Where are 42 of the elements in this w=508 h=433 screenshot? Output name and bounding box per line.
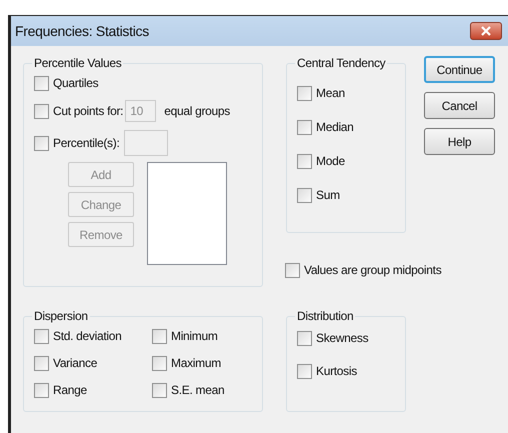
group-title: Percentile Values xyxy=(33,55,122,72)
checkbox-label: Minimum xyxy=(171,328,218,345)
checkbox-label: S.E. mean xyxy=(171,382,224,399)
checkbox[interactable] xyxy=(34,356,49,370)
checkbox[interactable] xyxy=(152,356,167,370)
checkbox-label: Kurtosis xyxy=(316,363,357,380)
group-title: Distribution xyxy=(296,308,354,325)
close-button[interactable] xyxy=(470,22,502,40)
checkbox[interactable] xyxy=(297,330,312,346)
dialog-button[interactable]: Cancel xyxy=(424,92,495,119)
checkbox-label: Quartiles xyxy=(53,75,98,92)
checkbox[interactable] xyxy=(152,382,167,398)
checkbox[interactable] xyxy=(34,328,49,344)
dialog-button[interactable]: Help xyxy=(424,128,495,155)
checkbox-label: Range xyxy=(53,382,87,399)
checkbox-label: Median xyxy=(316,119,354,136)
checkbox[interactable] xyxy=(297,364,312,378)
group-title: Central Tendency xyxy=(296,55,386,72)
checkbox-label: Std. deviation xyxy=(53,328,122,345)
close-icon xyxy=(481,26,491,36)
checkbox[interactable] xyxy=(285,262,300,278)
window-title: Frequencies: Statistics xyxy=(15,22,149,41)
checkbox-label: Mean xyxy=(316,85,345,102)
checkbox-label: Maximum xyxy=(171,355,221,372)
group-title: Dispersion xyxy=(33,308,89,325)
checkbox-label: Mode xyxy=(316,153,345,170)
checkbox[interactable] xyxy=(297,154,312,168)
checkbox[interactable] xyxy=(297,86,312,100)
checkbox-label: Sum xyxy=(316,187,340,204)
checkbox[interactable] xyxy=(297,120,312,134)
checkbox[interactable] xyxy=(34,382,49,398)
checkbox[interactable] xyxy=(152,328,167,344)
percentile-list[interactable] xyxy=(147,162,227,265)
field-suffix: equal groups xyxy=(164,103,230,120)
checkbox-label: Variance xyxy=(53,355,98,372)
dialog-button[interactable]: Continue xyxy=(424,56,495,83)
checkbox-label: Values are group midpoints xyxy=(304,262,442,279)
checkbox[interactable] xyxy=(34,76,49,90)
checkbox[interactable] xyxy=(297,188,312,202)
checkbox-label: Percentile(s): xyxy=(53,135,120,152)
checkbox-label: Skewness xyxy=(316,330,368,347)
checkbox-label: Cut points for: xyxy=(53,103,124,120)
